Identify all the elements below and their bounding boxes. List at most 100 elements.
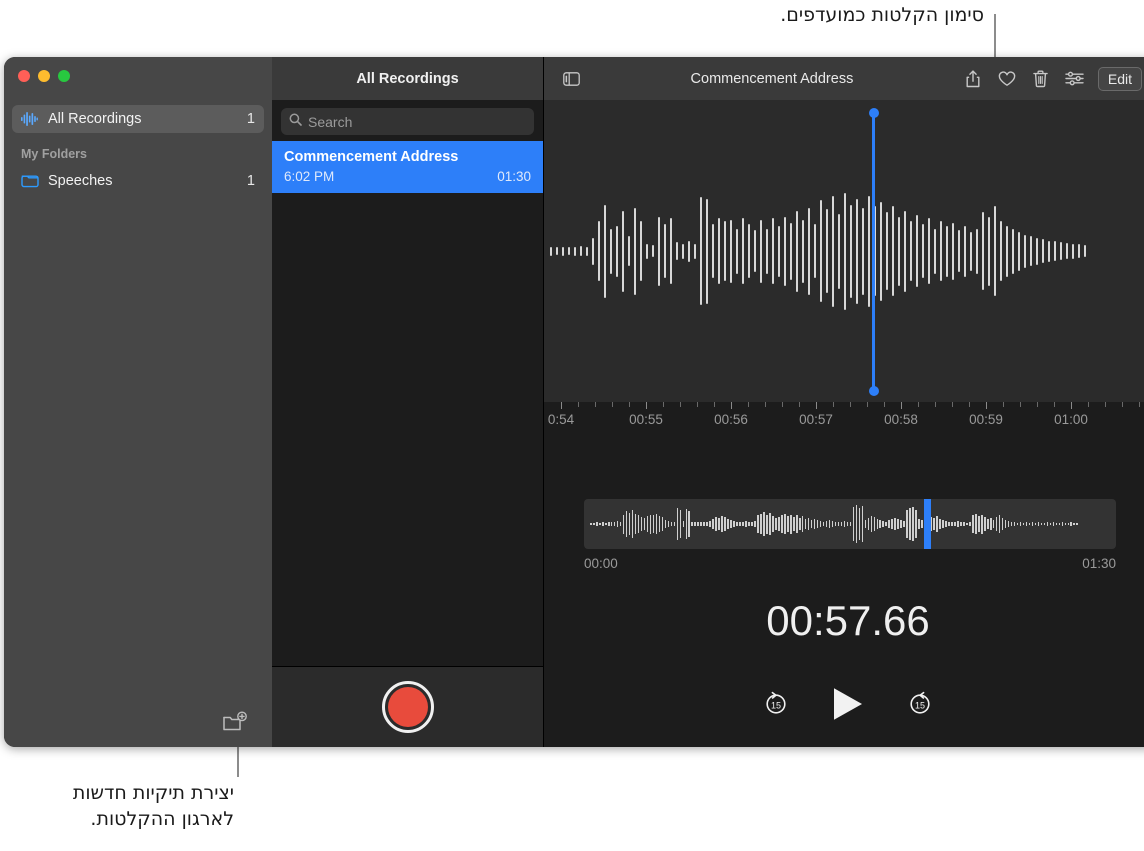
- overview-bar: [882, 521, 884, 527]
- skip-forward-button[interactable]: 15: [907, 691, 933, 717]
- overview-waveform[interactable]: [584, 499, 1116, 549]
- overview-bar: [781, 515, 783, 532]
- overview-bar: [590, 523, 592, 526]
- playhead[interactable]: [872, 113, 875, 391]
- overview-bar: [912, 507, 914, 541]
- waveform-bar: [892, 206, 894, 296]
- waveform-bar: [838, 214, 840, 289]
- waveform-icon: [21, 112, 41, 126]
- callout-favorites-leader-line: [994, 14, 996, 58]
- overview-bar: [808, 518, 810, 529]
- ruler-tick-minor: [1054, 402, 1055, 407]
- overview-bar: [599, 523, 601, 526]
- overview-bar: [1038, 522, 1040, 526]
- screenshot-root: סימון הקלטות כמועדפים. יצירת תיקיות חדשו…: [0, 0, 1144, 851]
- overview-bar: [888, 520, 890, 528]
- overview-bar: [697, 522, 699, 526]
- ruler-tick-minor: [833, 402, 834, 407]
- waveform-bar: [928, 218, 930, 284]
- overview-bar: [894, 518, 896, 529]
- record-button[interactable]: [382, 681, 434, 733]
- overview-bar: [608, 522, 610, 526]
- share-button[interactable]: [958, 65, 988, 93]
- search-input[interactable]: [308, 114, 526, 130]
- enhance-button[interactable]: [1060, 65, 1090, 93]
- overview-bar: [1005, 520, 1007, 528]
- overview-bar: [984, 517, 986, 530]
- overview-bar: [784, 514, 786, 535]
- overview-bar: [700, 522, 702, 527]
- overview-bar: [802, 516, 804, 531]
- sidebar-item-speeches[interactable]: Speeches 1: [12, 167, 264, 195]
- overview-bar: [754, 521, 756, 527]
- overview-bar: [644, 518, 646, 529]
- callout-new-folder-text: יצירת תיקיות חדשות לארגון ההקלטות.: [73, 780, 234, 832]
- sidebar-item-all-recordings[interactable]: All Recordings 1: [12, 105, 264, 133]
- overview-bar: [891, 519, 893, 529]
- overview-bar: [635, 514, 637, 535]
- ruler-label: 00:56: [714, 412, 748, 427]
- edit-button[interactable]: Edit: [1098, 67, 1142, 91]
- overview-bar: [703, 522, 705, 526]
- waveform-bar: [664, 224, 666, 278]
- overview-bar: [1032, 522, 1034, 526]
- overview-bar: [1059, 523, 1061, 526]
- waveform-bar: [988, 217, 990, 286]
- waveform-bar: [700, 197, 702, 305]
- waveform-bar: [1006, 226, 1008, 277]
- overview-scrubber[interactable]: 00:00 01:30: [584, 499, 1116, 571]
- waveform-bar: [916, 215, 918, 287]
- new-folder-button[interactable]: [222, 711, 248, 735]
- favorite-button[interactable]: [992, 65, 1022, 93]
- ruler-label: 00:57: [799, 412, 833, 427]
- recording-name: Commencement Address: [284, 149, 531, 165]
- waveform-bar: [1078, 244, 1080, 258]
- overview-bar: [868, 518, 870, 529]
- ruler-tick-minor: [595, 402, 596, 407]
- close-button[interactable]: [18, 70, 30, 82]
- ruler-tick-minor: [884, 402, 885, 407]
- skip-back-button[interactable]: 15: [763, 691, 789, 717]
- overview-bar: [963, 522, 965, 526]
- overview-bar: [862, 506, 864, 542]
- overview-bar: [1011, 522, 1013, 527]
- ruler-tick-minor: [782, 402, 783, 407]
- zoom-button[interactable]: [58, 70, 70, 82]
- traffic-lights: [18, 70, 70, 82]
- ruler-tick-minor: [663, 402, 664, 407]
- sidebar-item-count: 1: [247, 111, 255, 127]
- overview-bar: [1023, 523, 1025, 526]
- overview-bar: [1017, 523, 1019, 526]
- overview-bar: [1020, 522, 1022, 526]
- overview-bar: [733, 521, 735, 527]
- waveform-bar: [976, 229, 978, 274]
- overview-playhead[interactable]: [924, 499, 931, 549]
- sidebar-item-label: Speeches: [48, 173, 247, 189]
- timeline-ruler[interactable]: 0:5400:5500:5600:5700:5800:5901:0001:: [544, 402, 1144, 436]
- ruler-tick-minor: [1139, 402, 1140, 407]
- waveform-bar: [676, 242, 678, 260]
- overview-bar: [847, 522, 849, 527]
- list-header-title: All Recordings: [272, 57, 543, 100]
- overview-bar: [1014, 522, 1016, 526]
- waveform-detail[interactable]: [544, 100, 1144, 402]
- waveform-bar: [760, 220, 762, 283]
- minimize-button[interactable]: [38, 70, 50, 82]
- play-button[interactable]: [831, 686, 865, 722]
- waveform-bar: [724, 221, 726, 281]
- transport-controls: 15 15: [544, 686, 1144, 722]
- sidebar-toggle-icon[interactable]: [556, 65, 586, 93]
- overview-bar: [680, 510, 682, 539]
- overview-bar: [602, 522, 604, 526]
- search-box[interactable]: [281, 108, 534, 135]
- record-bar: [272, 666, 543, 747]
- delete-button[interactable]: [1026, 65, 1056, 93]
- list-item[interactable]: Commencement Address 6:02 PM 01:30: [272, 141, 543, 193]
- overview-bar: [653, 515, 655, 532]
- waveform-bar: [766, 229, 768, 274]
- waveform-bar: [910, 221, 912, 281]
- waveform-bar: [652, 245, 654, 257]
- overview-bar: [706, 522, 708, 527]
- current-time-display: 00:57.66: [544, 597, 1144, 645]
- overview-bar: [975, 514, 977, 535]
